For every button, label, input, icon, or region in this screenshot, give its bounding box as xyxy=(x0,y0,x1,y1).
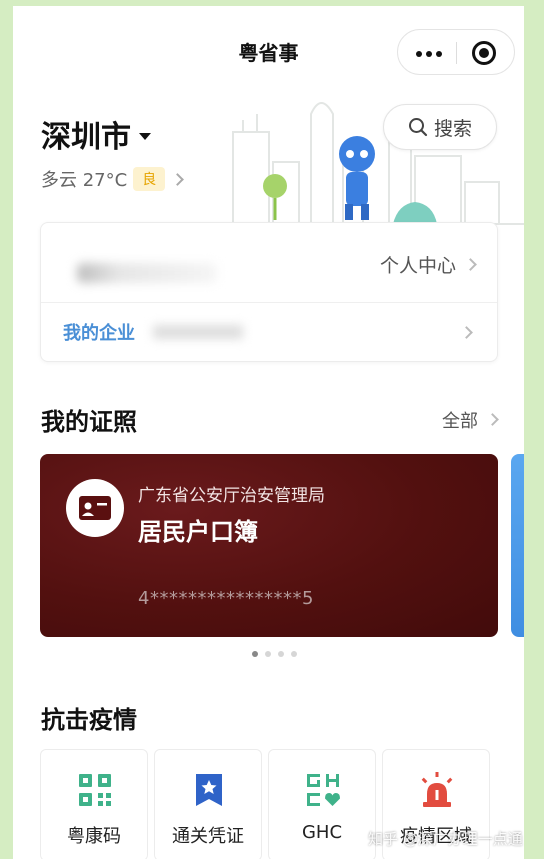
qr-code-icon xyxy=(79,774,111,806)
certificate-name: 居民户口簿 xyxy=(138,518,258,546)
epidemic-header: 抗击疫情 xyxy=(41,700,497,735)
alarm-siren-icon xyxy=(421,772,453,807)
next-certificate-card[interactable] xyxy=(511,454,524,637)
search-button[interactable]: 搜索 xyxy=(383,104,497,150)
carousel-pager xyxy=(13,651,524,657)
personal-center-label: 个人中心 xyxy=(379,255,456,277)
more-options-icon[interactable] xyxy=(416,51,442,57)
chevron-right-icon xyxy=(171,172,185,186)
source-watermark: 知乎 @深广办理一点通 xyxy=(368,830,523,848)
service-label: GHC xyxy=(301,822,343,843)
view-all-link[interactable]: 全部 xyxy=(442,407,499,433)
my-company-label: 我的企业 xyxy=(63,323,135,344)
service-customs-pass[interactable]: 通关凭证 xyxy=(154,749,262,859)
certificates-header: 我的证照 全部 xyxy=(41,402,499,437)
chevron-right-icon xyxy=(464,258,477,271)
service-yue-health-code[interactable]: 粤康码 xyxy=(40,749,148,859)
chevron-right-icon xyxy=(460,326,473,339)
chevron-right-icon xyxy=(486,413,499,426)
service-ghc[interactable]: GHC xyxy=(268,749,376,859)
personal-row[interactable]: 个人中心 xyxy=(41,223,497,303)
close-program-icon[interactable] xyxy=(472,41,496,65)
mini-program-screen: 粤省事 深圳市 多云 27°C 良 搜索 个人中心 我的企业 我的证照 全部 广… xyxy=(13,6,524,859)
city-name: 深圳市 xyxy=(41,120,131,155)
id-card-icon xyxy=(66,479,124,537)
epidemic-title: 抗击疫情 xyxy=(41,706,137,734)
weather-text: 多云 27°C xyxy=(41,170,128,191)
pager-dot xyxy=(291,651,297,657)
city-selector[interactable]: 深圳市 xyxy=(41,112,151,156)
search-icon xyxy=(408,118,428,137)
mascot xyxy=(339,136,375,220)
pager-dot xyxy=(278,651,284,657)
certificate-card[interactable]: 广东省公安厅治安管理局 居民户口簿 4****************5 xyxy=(40,454,498,637)
certificate-issuer: 广东省公安厅治安管理局 xyxy=(138,486,325,506)
pager-dot xyxy=(265,651,271,657)
company-row[interactable]: 我的企业 xyxy=(41,303,497,361)
certificates-title: 我的证照 xyxy=(41,408,137,436)
hero-banner: 深圳市 多云 27°C 良 搜索 xyxy=(13,84,524,226)
caret-down-icon xyxy=(139,132,151,140)
service-label: 粤康码 xyxy=(67,826,121,847)
profile-card: 个人中心 我的企业 xyxy=(40,222,498,362)
certificate-number: 4****************5 xyxy=(138,588,314,609)
ghc-heart-icon xyxy=(307,774,340,806)
pager-dot-active xyxy=(252,651,258,657)
capsule-menu xyxy=(397,29,515,75)
service-label: 通关凭证 xyxy=(172,826,244,847)
capsule-divider xyxy=(456,42,457,64)
view-all-label: 全部 xyxy=(442,410,478,432)
blurred-company-name xyxy=(153,325,243,339)
blurred-user-name xyxy=(77,263,217,283)
personal-center-link[interactable]: 个人中心 xyxy=(379,251,477,278)
top-bar: 粤省事 xyxy=(13,6,524,84)
weather-info[interactable]: 多云 27°C 良 xyxy=(41,166,185,192)
star-badge-icon xyxy=(196,774,222,806)
aqi-badge: 良 xyxy=(133,167,166,191)
search-label: 搜索 xyxy=(433,117,472,140)
